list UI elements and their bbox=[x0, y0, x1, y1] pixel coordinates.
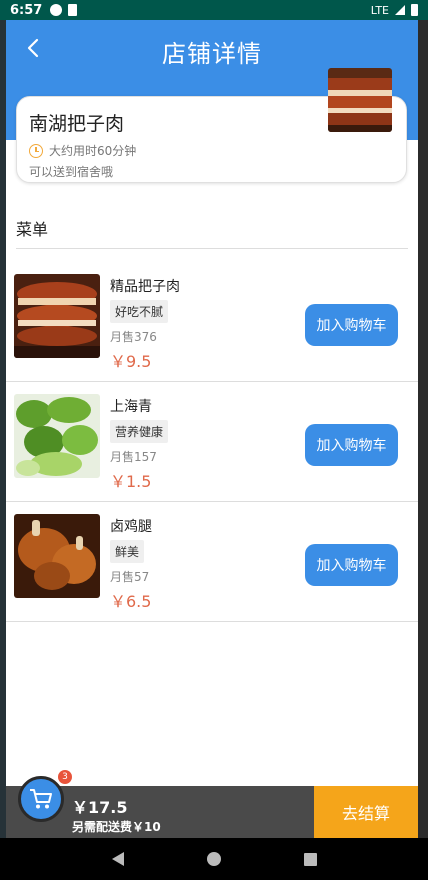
item-tag: 好吃不腻 bbox=[110, 300, 169, 323]
item-sales: 月售376 bbox=[110, 330, 157, 344]
item-tag: 鲜美 bbox=[110, 540, 145, 563]
add-to-cart-button[interactable]: 加入购物车 bbox=[305, 304, 398, 346]
item-sales: 月售57 bbox=[110, 570, 150, 584]
nav-back-icon[interactable] bbox=[111, 852, 124, 866]
menu-item: 精品把子肉 好吃不腻 月售376 ￥9.5 加入购物车 bbox=[6, 262, 418, 382]
item-price: ￥9.5 bbox=[110, 352, 152, 371]
nav-recents-icon[interactable] bbox=[303, 852, 317, 866]
item-name: 上海青 bbox=[110, 399, 152, 415]
delivery-time-row: 大约用时60分钟 bbox=[29, 142, 394, 159]
item-name: 精品把子肉 bbox=[110, 279, 180, 295]
cart-count-badge: 3 bbox=[58, 770, 72, 784]
item-price: ￥6.5 bbox=[110, 592, 152, 611]
food-image bbox=[14, 274, 100, 358]
nav-home-icon[interactable] bbox=[206, 852, 221, 866]
shop-image bbox=[328, 68, 392, 132]
delivery-fee: 另需配送费￥10 bbox=[72, 820, 161, 834]
delivery-time: 大约用时60分钟 bbox=[49, 144, 137, 158]
battery-icon bbox=[411, 4, 418, 16]
shopping-cart-icon bbox=[30, 789, 52, 809]
item-tag: 营养健康 bbox=[110, 420, 169, 443]
menu-item: 上海青 营养健康 月售157 ￥1.5 加入购物车 bbox=[6, 382, 418, 502]
food-image bbox=[14, 394, 100, 478]
notification-icon bbox=[50, 4, 63, 16]
app-screen: 店铺详情 南湖把子肉 大约用时60分钟 可以送到宿舍哦 菜单 精品把子肉 好吃不… bbox=[6, 20, 418, 850]
item-name: 卤鸡腿 bbox=[110, 519, 152, 535]
add-to-cart-button[interactable]: 加入购物车 bbox=[305, 544, 398, 586]
sim-icon bbox=[68, 4, 78, 16]
menu-item: 卤鸡腿 鲜美 月售57 ￥6.5 加入购物车 bbox=[6, 502, 418, 622]
cart-total: ￥17.5 bbox=[72, 798, 128, 817]
network-label: LTE bbox=[370, 3, 389, 17]
status-bar: 6:57 LTE bbox=[0, 0, 428, 20]
page-title: 店铺详情 bbox=[162, 40, 262, 68]
divider bbox=[16, 248, 408, 249]
cart-bar: ￥17.5 另需配送费￥10 去结算 bbox=[6, 786, 418, 838]
item-price: ￥1.5 bbox=[110, 472, 152, 491]
system-nav-bar bbox=[0, 838, 428, 880]
add-to-cart-button[interactable]: 加入购物车 bbox=[305, 424, 398, 466]
clock-icon bbox=[29, 143, 43, 158]
food-image bbox=[14, 514, 100, 598]
status-time: 6:57 bbox=[10, 2, 43, 18]
cart-button[interactable] bbox=[18, 776, 64, 822]
item-sales: 月售157 bbox=[110, 450, 157, 464]
signal-icon bbox=[395, 5, 405, 15]
checkout-button[interactable]: 去结算 bbox=[314, 786, 418, 838]
shop-note: 可以送到宿舍哦 bbox=[29, 165, 114, 179]
menu-heading: 菜单 bbox=[16, 220, 49, 239]
